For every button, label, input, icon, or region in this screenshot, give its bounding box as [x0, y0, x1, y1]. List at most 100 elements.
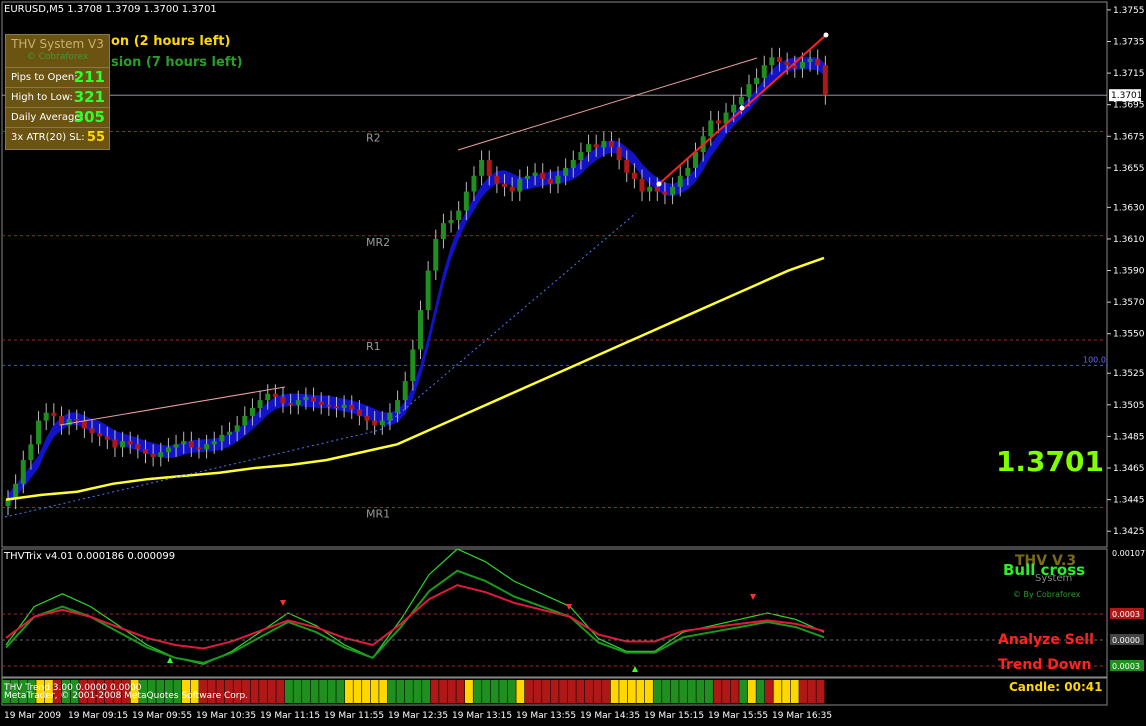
- time-tick-label: 19 Mar 14:35: [580, 711, 640, 721]
- trend-bar-cell: [807, 680, 816, 703]
- candle-body: [280, 396, 286, 404]
- trend-bar-cell: [447, 680, 456, 703]
- candle-body: [227, 431, 233, 435]
- trend-bar-cell: [627, 680, 636, 703]
- price-tick-label: 1.3630: [1113, 203, 1145, 213]
- trend-bar-cell: [404, 680, 413, 703]
- candle-body: [586, 144, 592, 153]
- candle-body: [654, 186, 660, 192]
- trend-bar-cell: [687, 680, 696, 703]
- candle-body: [685, 167, 691, 176]
- trend-bar-cell: [439, 680, 448, 703]
- candle-body: [639, 178, 645, 192]
- trend-bar-cell: [764, 680, 773, 703]
- indicator-by-label: © By Cobraforex: [1013, 590, 1081, 599]
- candle-body: [372, 420, 378, 426]
- candle-body: [242, 415, 248, 426]
- trend-bar-cell: [319, 680, 328, 703]
- candle-body: [715, 120, 721, 124]
- candle-body: [601, 141, 607, 148]
- buy-arrow-icon: [632, 666, 638, 672]
- trend-bar-cell: [482, 680, 491, 703]
- candle-body: [815, 58, 821, 66]
- info-row-high-to-low: High to Low: 321: [6, 87, 109, 108]
- indicator-axis-label: 0.0000: [1112, 636, 1140, 645]
- candle-body: [28, 444, 34, 461]
- candle-body: [670, 186, 676, 195]
- trend-bar-cell: [644, 680, 653, 703]
- trend-bar-cell: [430, 680, 439, 703]
- candle-body: [196, 447, 202, 450]
- candle-body: [135, 444, 141, 450]
- trend-bar-cell: [773, 680, 782, 703]
- candle-body: [777, 57, 783, 63]
- candle-body: [448, 220, 454, 224]
- candle-body: [647, 186, 653, 192]
- indicator-axis-label: 0.00107: [1112, 549, 1145, 558]
- price-tick-label: 1.3550: [1113, 330, 1145, 340]
- candle-body: [425, 270, 431, 311]
- pivot-label: MR1: [366, 508, 390, 521]
- time-tick-label: 19 Mar 12:35: [388, 711, 448, 721]
- info-row-value: 211: [73, 68, 105, 86]
- candle-body: [624, 159, 630, 173]
- info-row-daily-average: Daily Average: 305: [6, 107, 109, 128]
- candle-body: [708, 120, 714, 137]
- trend-bar-cell: [370, 680, 379, 703]
- candle-body: [349, 404, 355, 410]
- price-tick-label: 1.3755: [1113, 6, 1145, 16]
- indicator-line-slow: [5, 569, 825, 664]
- candle-timer: Candle: 00:41: [1009, 680, 1103, 694]
- trend-bar-cell: [679, 680, 688, 703]
- trend-bar-cell: [267, 680, 276, 703]
- time-tick-label: 19 Mar 10:35: [196, 711, 256, 721]
- trend-bar-cell: [670, 680, 679, 703]
- time-tick-label: 19 Mar 09:15: [68, 711, 128, 721]
- candle-body: [341, 404, 347, 408]
- indicator-line-signal: [5, 584, 825, 650]
- trend-bar-cell: [799, 680, 808, 703]
- candle-body: [150, 453, 156, 457]
- copyright-text: MetaTrader, © 2001-2008 MetaQuotes Softw…: [4, 691, 249, 701]
- trend-bar-cell: [576, 680, 585, 703]
- candle-body: [158, 452, 164, 457]
- trend-bar-cell: [422, 680, 431, 703]
- trend-bar-cell: [387, 680, 396, 703]
- chart-canvas[interactable]: 1.3755 1.3735 1.3715 1.3695 1.3675 1.3655 1.36…: [0, 0, 1146, 722]
- info-panel: THV System V3 © Cobraforex Pips to Open:…: [5, 34, 110, 150]
- candle-body: [570, 159, 576, 168]
- candle-body: [402, 381, 408, 401]
- indicator-axis-label: 0.0003: [1112, 610, 1140, 619]
- candle-body: [181, 441, 187, 445]
- candle-body: [211, 441, 217, 445]
- candle-body: [288, 403, 294, 405]
- candle-body: [219, 434, 225, 442]
- price-tick-label: 1.3655: [1113, 164, 1145, 174]
- trend-bar-cell: [302, 680, 311, 703]
- trend-bar-cell: [559, 680, 568, 703]
- candle-body: [58, 415, 64, 426]
- trend-bar-cell: [473, 680, 482, 703]
- trend-bar-cell: [567, 680, 576, 703]
- trend-bar-cell: [619, 680, 628, 703]
- indicator-label: THVTrix v4.01 0.000186 0.000099: [4, 551, 176, 562]
- candle-body: [143, 449, 148, 454]
- candle-body: [20, 460, 26, 484]
- candle-body: [395, 400, 401, 413]
- trend-bar-cell: [336, 680, 345, 703]
- trend-down-label: Trend Down: [998, 657, 1092, 673]
- candle-body: [456, 210, 462, 220]
- trend-bar-cell: [456, 680, 465, 703]
- candle-body: [494, 175, 500, 184]
- candle-body: [204, 444, 210, 450]
- chart-window: 1.3755 1.3735 1.3715 1.3695 1.3675 1.3655 1.36…: [0, 0, 1146, 722]
- trend-anchor: [656, 181, 662, 187]
- trend-bar-cell: [276, 680, 285, 703]
- candle-body: [51, 412, 57, 416]
- candle-body: [471, 175, 477, 192]
- trend-bar-cell: [413, 680, 422, 703]
- candle-body: [769, 57, 775, 66]
- trend-anchor: [823, 32, 829, 38]
- sell-arrow-icon: [750, 594, 756, 600]
- candle-body: [486, 159, 492, 176]
